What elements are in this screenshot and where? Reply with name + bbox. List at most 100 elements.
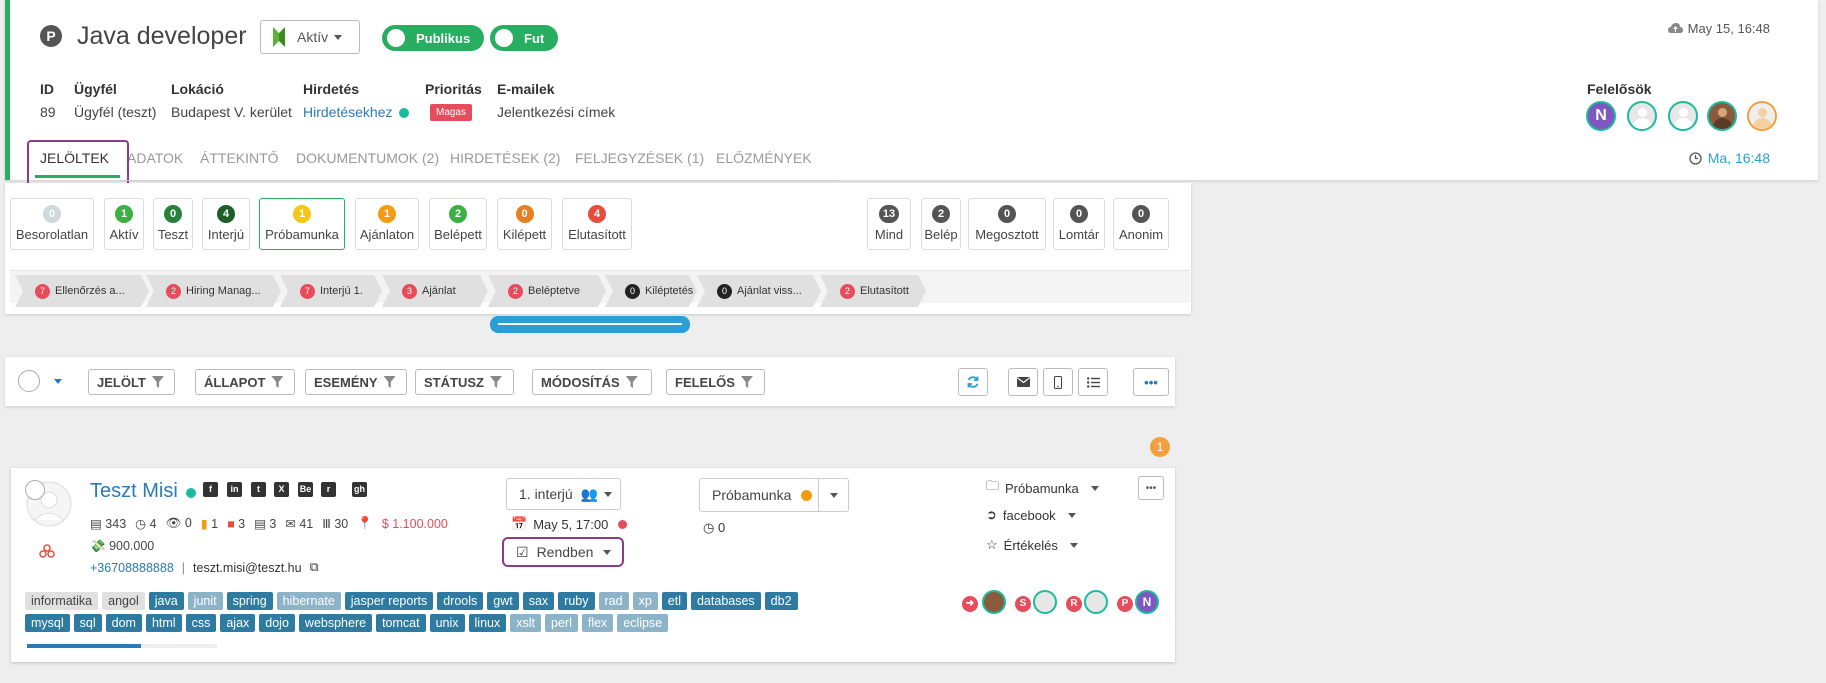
- skill-tag[interactable]: java: [148, 592, 184, 610]
- skill-tag[interactable]: flex: [581, 614, 614, 632]
- skill-tag[interactable]: junit: [187, 592, 223, 610]
- skill-tag[interactable]: xslt: [510, 614, 541, 632]
- skill-tag[interactable]: sax: [522, 592, 555, 610]
- running-toggle[interactable]: Fut: [490, 25, 559, 51]
- status-filter-button[interactable]: 4 Elutasított: [562, 198, 632, 250]
- card-more-button[interactable]: •••: [1138, 476, 1164, 500]
- status-dropdown[interactable]: Próbamunka: [699, 478, 849, 512]
- skill-tag[interactable]: unix: [429, 614, 465, 632]
- skill-tag[interactable]: sql: [73, 614, 102, 632]
- avatar[interactable]: [1668, 101, 1698, 131]
- social-icon[interactable]: X: [274, 482, 289, 497]
- skill-tag[interactable]: perl: [545, 614, 578, 632]
- status-filter-button[interactable]: 1 Próbamunka: [259, 198, 345, 250]
- avatar[interactable]: N: [1135, 590, 1159, 614]
- avatar[interactable]: N: [1586, 101, 1616, 131]
- social-icon[interactable]: r: [321, 482, 336, 497]
- social-icon[interactable]: gh: [352, 482, 367, 497]
- pipeline-stage[interactable]: 3 Ajánlat: [382, 275, 488, 307]
- source-dropdown[interactable]: ➲ facebook: [986, 507, 1076, 523]
- pipeline-stage[interactable]: 2 Elutasított: [820, 275, 926, 307]
- client-link[interactable]: Ügyfél (teszt): [74, 104, 156, 120]
- skill-tag[interactable]: tomcat: [376, 614, 426, 632]
- pipeline-stage[interactable]: 0 Ajánlat viss...: [697, 275, 821, 307]
- status-filter-button[interactable]: 0 Lomtár: [1053, 198, 1105, 250]
- pipeline-stage[interactable]: 0 Kiléptetés: [605, 275, 697, 307]
- status-filter-button[interactable]: 1 Aktív: [104, 198, 144, 250]
- status-filter-button[interactable]: 0 Kilépett: [497, 198, 552, 250]
- social-icon[interactable]: in: [227, 482, 242, 497]
- skill-tag[interactable]: dom: [105, 614, 142, 632]
- avatar[interactable]: [1747, 101, 1777, 131]
- candidate-name[interactable]: Teszt Misi: [90, 480, 178, 503]
- status-filter-button[interactable]: 2 Belépett: [429, 198, 487, 250]
- filter-button[interactable]: ESEMÉNY: [305, 369, 407, 395]
- status-dropdown-toggle[interactable]: [818, 479, 848, 511]
- status-filter-button[interactable]: 4 Interjú: [202, 198, 250, 250]
- skill-tag[interactable]: jasper reports: [344, 592, 434, 610]
- skill-tag[interactable]: css: [185, 614, 217, 632]
- status-filter-button[interactable]: 0 Megosztott: [968, 198, 1046, 250]
- skill-tag[interactable]: hibernate: [276, 592, 341, 610]
- skill-tag[interactable]: db2: [764, 592, 798, 610]
- social-icon[interactable]: f: [203, 482, 218, 497]
- skill-tag[interactable]: html: [145, 614, 182, 632]
- tab-ads[interactable]: HIRDETÉSEK (2): [450, 150, 560, 166]
- skill-tag[interactable]: ruby: [558, 592, 595, 610]
- filter-button[interactable]: JELÖLT: [88, 369, 175, 395]
- tab-documents[interactable]: DOKUMENTUMOK (2): [296, 150, 439, 166]
- skill-tag[interactable]: eclipse: [617, 614, 669, 632]
- phone-link[interactable]: +36708888888: [90, 561, 174, 575]
- status-filter-button[interactable]: 2 Belép: [921, 198, 961, 250]
- skill-tag[interactable]: informatika: [25, 592, 99, 610]
- rating-dropdown[interactable]: ☆ Értékelés: [986, 537, 1078, 553]
- skill-tag[interactable]: angol: [102, 592, 145, 610]
- check-dropdown[interactable]: ☑ Rendben: [502, 537, 624, 567]
- social-icon[interactable]: t: [251, 482, 266, 497]
- status-filter-button[interactable]: 13 Mind: [867, 198, 911, 250]
- refresh-button[interactable]: [958, 368, 988, 396]
- stage-dropdown[interactable]: 1. interjú 👥: [506, 478, 621, 510]
- skill-tag[interactable]: spring: [226, 592, 273, 610]
- filter-button[interactable]: STÁTUSZ: [415, 369, 514, 395]
- mobile-button[interactable]: [1043, 368, 1073, 396]
- ads-link[interactable]: Hirdetésekhez: [303, 104, 393, 120]
- copy-icon[interactable]: ⧉: [310, 560, 319, 575]
- skill-tag[interactable]: dojo: [259, 614, 295, 632]
- avatar[interactable]: [1707, 101, 1737, 131]
- folder-dropdown[interactable]: 🗀 Próbamunka: [986, 477, 1099, 499]
- avatar[interactable]: [1033, 590, 1057, 614]
- skill-tag[interactable]: gwt: [487, 592, 519, 610]
- location-pin-icon[interactable]: 📍: [357, 516, 373, 531]
- email-button[interactable]: [1008, 368, 1038, 396]
- status-filter-button[interactable]: 0 Teszt: [153, 198, 193, 250]
- pipeline-stage[interactable]: 2 Hiring Manag...: [146, 275, 281, 307]
- public-toggle[interactable]: Publikus: [382, 25, 485, 51]
- candidate-checkbox[interactable]: [25, 480, 45, 500]
- skill-tag[interactable]: xp: [632, 592, 658, 610]
- skill-tag[interactable]: rad: [598, 592, 629, 610]
- filter-button[interactable]: ÁLLAPOT: [195, 369, 295, 395]
- more-options-button[interactable]: •••: [1133, 368, 1169, 396]
- avatar[interactable]: [982, 590, 1006, 614]
- pipeline-stage[interactable]: 7 Ellenőrzés a...: [15, 275, 149, 307]
- tab-history[interactable]: ELŐZMÉNYEK: [716, 150, 812, 166]
- skill-tag[interactable]: etl: [661, 592, 687, 610]
- chevron-down-icon[interactable]: [54, 379, 62, 384]
- tab-notes[interactable]: FELJEGYZÉSEK (1): [575, 150, 704, 166]
- skill-tag[interactable]: websphere: [298, 614, 373, 632]
- status-filter-button[interactable]: 0 Anonim: [1113, 198, 1169, 250]
- tab-overview[interactable]: ÁTTEKINTŐ: [200, 150, 279, 166]
- skill-tag[interactable]: drools: [437, 592, 484, 610]
- job-status-dropdown[interactable]: Aktív: [260, 20, 360, 54]
- social-icon[interactable]: Be: [298, 482, 313, 497]
- tab-data[interactable]: ADATOK: [127, 150, 183, 166]
- skill-tag[interactable]: mysql: [25, 614, 70, 632]
- skill-tag[interactable]: databases: [690, 592, 761, 610]
- skill-tag[interactable]: ajax: [220, 614, 256, 632]
- email-link[interactable]: Jelentkezési címek: [497, 104, 615, 120]
- filter-button[interactable]: MÓDOSÍTÁS: [532, 369, 652, 395]
- avatar[interactable]: [1084, 590, 1108, 614]
- status-filter-button[interactable]: 1 Ajánlaton: [355, 198, 419, 250]
- avatar[interactable]: [1627, 101, 1657, 131]
